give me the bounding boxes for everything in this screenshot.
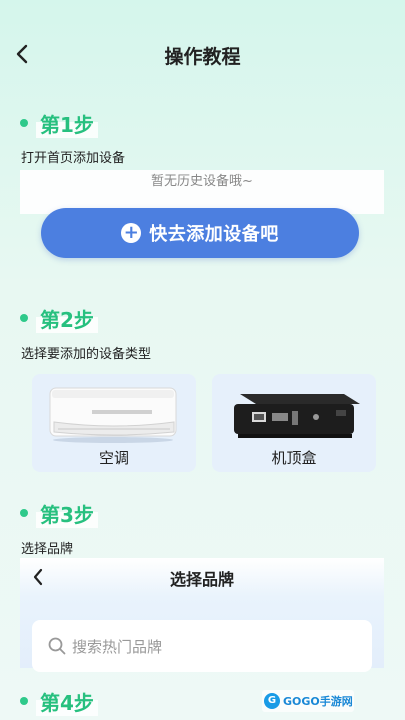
device-card-air-conditioner[interactable]: 空调 [32, 374, 196, 472]
plus-icon: + [121, 223, 142, 243]
step-2-label: 第2步 [36, 303, 98, 333]
add-device-button[interactable]: + 快去添加设备吧 [41, 208, 359, 258]
search-icon [48, 637, 66, 655]
step-dot [20, 697, 28, 705]
step-4-label: 第4步 [36, 686, 98, 716]
step-dot [20, 314, 28, 322]
step-3-label: 第3步 [36, 498, 98, 528]
step-3-title: 第3步 [20, 498, 98, 528]
brand-select-panel: 选择品牌 搜索热门品牌 [20, 558, 384, 672]
watermark-text: GOGO手游网 [283, 695, 353, 708]
brand-panel-title: 选择品牌 [169, 570, 234, 589]
step-2-title: 第2步 [20, 303, 98, 333]
device-card-set-top-box[interactable]: 机顶盒 [212, 374, 376, 472]
watermark-logo: G GOGO手游网 [262, 690, 354, 712]
set-top-box-icon [234, 394, 360, 438]
search-placeholder: 搜索热门品牌 [72, 637, 163, 656]
watermark-icon: G [264, 693, 280, 709]
step-dot [20, 119, 28, 127]
device-label-air-conditioner: 空调 [98, 449, 129, 467]
step-3-desc: 选择品牌 [21, 542, 74, 557]
step-1-label: 第1步 [36, 108, 98, 138]
step-dot [20, 509, 28, 517]
device-label-set-top-box: 机顶盒 [271, 449, 317, 467]
step-4-title: 第4步 [20, 686, 98, 716]
header: 操作教程 [0, 0, 405, 108]
empty-history-text: 暂无历史设备哦~ [151, 174, 253, 189]
brand-search-input[interactable]: 搜索热门品牌 [32, 620, 372, 672]
step-2-desc: 选择要添加的设备类型 [21, 347, 152, 362]
step-1-desc: 打开首页添加设备 [21, 151, 126, 166]
air-conditioner-icon [49, 387, 177, 443]
add-device-label: 快去添加设备吧 [149, 224, 279, 245]
page-title: 操作教程 [164, 46, 241, 68]
step-1-title: 第1步 [20, 108, 98, 138]
